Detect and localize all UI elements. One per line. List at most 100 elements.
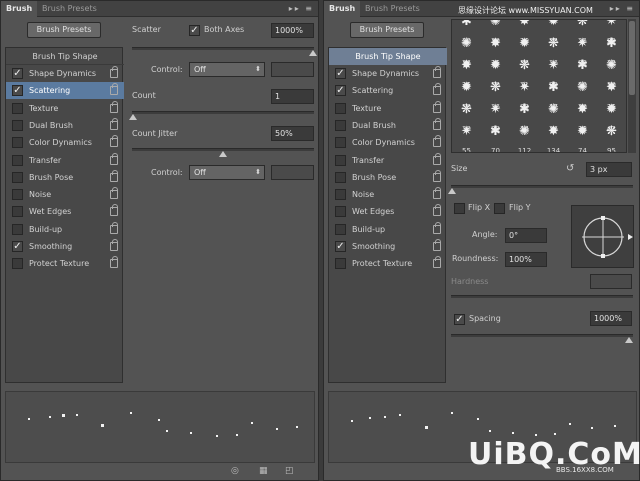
list-item[interactable]: Noise	[329, 186, 447, 203]
lock-icon[interactable]	[433, 221, 441, 234]
list-item[interactable]: ✓ Scattering	[329, 82, 447, 99]
panel-menu-icon[interactable]: ▸▸ ≡	[610, 1, 635, 17]
count-jitter-slider[interactable]	[132, 148, 314, 157]
tab-brush-presets[interactable]: Brush Presets	[360, 1, 425, 17]
list-item[interactable]: Transfer	[6, 152, 124, 169]
flip-y-checkbox[interactable]	[494, 203, 505, 214]
list-item[interactable]: ✓ Shape Dynamics	[6, 65, 124, 82]
grid-icon[interactable]: ▦	[259, 466, 268, 476]
list-item[interactable]: Color Dynamics	[6, 134, 124, 151]
brush-tip-cell[interactable]: ✺ 112	[510, 124, 539, 152]
list-item-checkbox[interactable]	[12, 223, 23, 235]
list-item[interactable]: Transfer	[329, 152, 447, 169]
list-item-checkbox[interactable]	[12, 258, 23, 270]
lock-icon[interactable]	[110, 135, 118, 148]
list-item-checkbox[interactable]	[335, 102, 346, 114]
brush-tip-cell[interactable]: ✱ 70	[481, 124, 510, 152]
list-item[interactable]: Texture	[329, 100, 447, 117]
list-item-checkbox[interactable]	[12, 102, 23, 114]
lock-icon[interactable]	[433, 169, 441, 182]
size-value-field[interactable]: 3 px	[586, 162, 632, 177]
list-item[interactable]: Build-up	[6, 221, 124, 238]
list-item[interactable]: Wet Edges	[329, 203, 447, 220]
list-item-checkbox[interactable]: ✓	[335, 68, 346, 79]
list-item-checkbox[interactable]: ✓	[335, 85, 346, 97]
list-item[interactable]: Texture	[6, 100, 124, 117]
flip-x-checkbox[interactable]	[454, 203, 465, 214]
brush-tip-cell[interactable]: ✹ 74	[568, 124, 597, 152]
lock-icon[interactable]	[110, 152, 118, 165]
list-item-checkbox[interactable]	[335, 258, 346, 270]
list-item-checkbox[interactable]	[12, 206, 23, 218]
count-slider-knob[interactable]	[129, 114, 137, 120]
brush-tip-cell[interactable]: ✷ 55	[452, 124, 481, 152]
brush-tip-cell[interactable]: ✸ 134	[539, 124, 568, 152]
list-item[interactable]: ✓ Shape Dynamics	[329, 65, 447, 82]
list-item-checkbox[interactable]	[335, 171, 346, 183]
scatter-value-field[interactable]: 1000%	[271, 23, 314, 38]
tab-brush-presets[interactable]: Brush Presets	[37, 1, 102, 17]
lock-icon[interactable]	[110, 83, 118, 96]
count-jitter-slider-knob[interactable]	[219, 151, 227, 157]
count-jitter-value-field[interactable]: 50%	[271, 126, 314, 141]
count-jitter-control-select[interactable]: Off ⬍	[189, 165, 265, 180]
tab-brush[interactable]: Brush	[324, 1, 361, 17]
lock-icon[interactable]	[110, 221, 118, 234]
roundness-value-field[interactable]: 100%	[505, 252, 547, 267]
list-item-checkbox[interactable]	[12, 171, 23, 183]
list-item[interactable]: Build-up	[329, 221, 447, 238]
brush-tip-cell[interactable]: ❋ 95	[597, 124, 626, 152]
lock-icon[interactable]	[110, 256, 118, 269]
list-item[interactable]: Protect Texture	[6, 255, 124, 272]
brush-presets-button[interactable]: Brush Presets	[350, 22, 424, 38]
lock-icon[interactable]	[433, 187, 441, 200]
lock-icon[interactable]	[110, 187, 118, 200]
angle-roundness-widget[interactable]	[571, 205, 634, 268]
list-item-checkbox[interactable]: ✓	[12, 68, 23, 79]
scrollbar-thumb[interactable]	[629, 21, 635, 95]
size-slider[interactable]	[448, 185, 633, 194]
brush-tip-shape-item[interactable]: Brush Tip Shape	[6, 48, 124, 65]
list-item[interactable]: Color Dynamics	[329, 134, 447, 151]
tab-brush[interactable]: Brush	[1, 1, 38, 17]
lock-icon[interactable]	[433, 83, 441, 96]
list-item[interactable]: Dual Brush	[6, 117, 124, 134]
reset-size-icon[interactable]: ↺	[566, 163, 574, 174]
list-item[interactable]: Protect Texture	[329, 255, 447, 272]
list-item[interactable]: Noise	[6, 186, 124, 203]
list-item[interactable]: ✓ Smoothing	[329, 238, 447, 255]
list-item-checkbox[interactable]	[335, 223, 346, 235]
lock-icon[interactable]	[433, 256, 441, 269]
list-item[interactable]: Dual Brush	[329, 117, 447, 134]
list-item-checkbox[interactable]	[12, 189, 23, 201]
list-item-checkbox[interactable]: ✓	[12, 85, 23, 97]
list-item-checkbox[interactable]: ✓	[335, 241, 346, 252]
brush-grid-scrollbar[interactable]	[628, 19, 636, 153]
spacing-slider-knob[interactable]	[625, 337, 633, 343]
list-item-checkbox[interactable]	[12, 137, 23, 149]
list-item-checkbox[interactable]	[335, 189, 346, 201]
eye-crossed-icon[interactable]: ◎	[231, 466, 239, 476]
lock-icon[interactable]	[433, 135, 441, 148]
lock-icon[interactable]	[110, 100, 118, 113]
both-axes-checkbox[interactable]: ✓	[189, 25, 200, 36]
list-item-checkbox[interactable]: ✓	[12, 241, 23, 252]
lock-icon[interactable]	[110, 169, 118, 182]
scatter-slider-knob[interactable]	[309, 50, 317, 56]
lock-icon[interactable]	[433, 239, 441, 251]
list-item-checkbox[interactable]	[335, 206, 346, 218]
scatter-slider[interactable]	[132, 47, 317, 56]
spacing-checkbox[interactable]: ✓	[454, 314, 465, 325]
spacing-slider[interactable]	[451, 334, 633, 343]
lock-icon[interactable]	[110, 66, 118, 78]
list-item-checkbox[interactable]	[335, 154, 346, 166]
new-preset-icon[interactable]: ◰	[285, 466, 294, 476]
list-item-checkbox[interactable]	[12, 119, 23, 131]
brush-presets-button[interactable]: Brush Presets	[27, 22, 101, 38]
list-item[interactable]: Brush Pose	[329, 169, 447, 186]
lock-icon[interactable]	[433, 152, 441, 165]
list-item[interactable]: ✓ Scattering	[6, 82, 124, 100]
list-item-checkbox[interactable]	[12, 154, 23, 166]
lock-icon[interactable]	[433, 66, 441, 78]
lock-icon[interactable]	[110, 239, 118, 251]
